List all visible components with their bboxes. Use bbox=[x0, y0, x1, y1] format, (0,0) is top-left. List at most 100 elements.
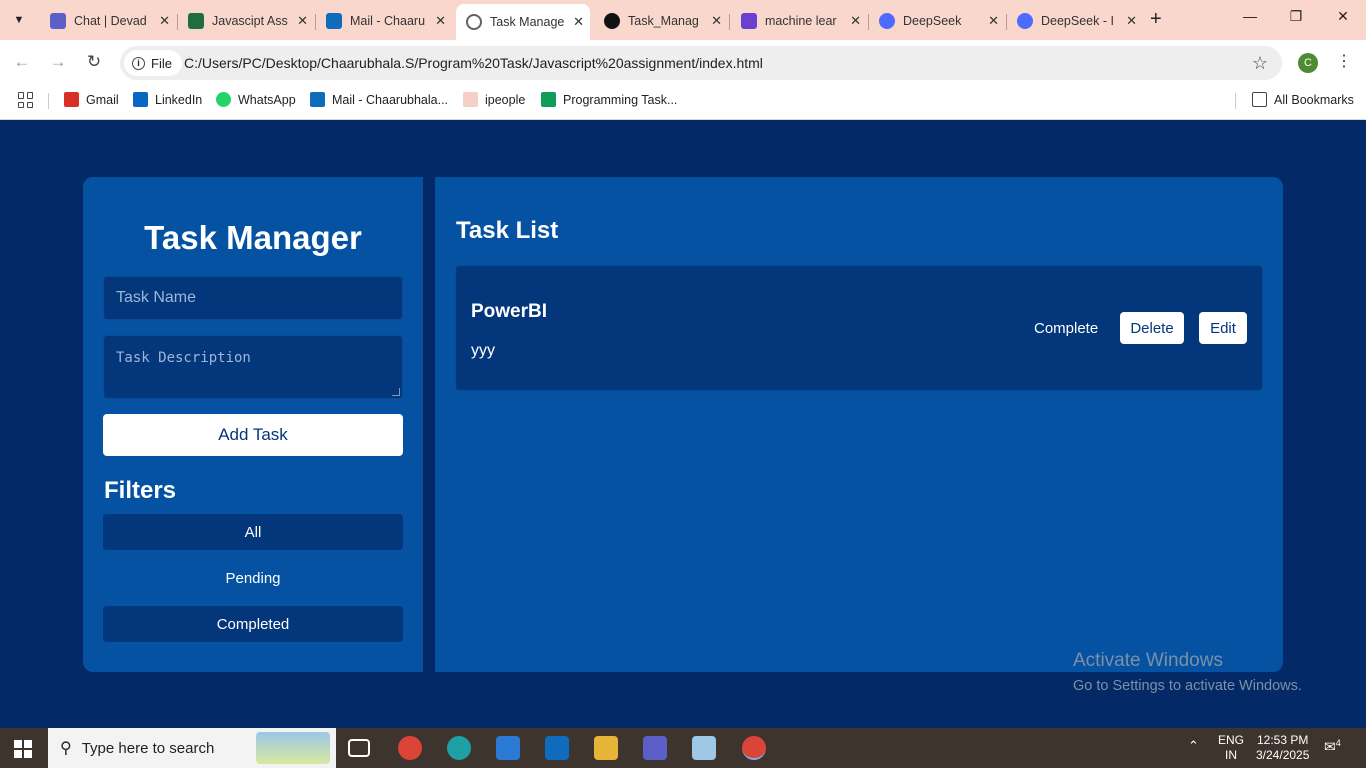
tab-divider bbox=[729, 14, 730, 30]
notification-count: 4 bbox=[1335, 738, 1341, 748]
close-icon[interactable]: ✕ bbox=[988, 13, 999, 29]
back-button[interactable]: ← bbox=[11, 52, 33, 72]
resize-handle-icon[interactable] bbox=[392, 388, 400, 396]
chevron-up-icon[interactable]: ⌃ bbox=[1188, 738, 1199, 754]
info-icon: i bbox=[132, 56, 145, 70]
forward-button[interactable]: → bbox=[47, 52, 69, 72]
task-list-panel: Task List PowerBI yyy Complete Delete Ed… bbox=[435, 177, 1283, 672]
deepseek-icon bbox=[879, 13, 895, 29]
teams-icon[interactable] bbox=[643, 736, 667, 760]
task-description-input[interactable]: Task Description bbox=[103, 335, 403, 399]
tab-label: DeepSeek - I bbox=[1041, 14, 1114, 28]
close-icon[interactable]: ✕ bbox=[297, 13, 308, 29]
site-info-chip[interactable]: i File bbox=[124, 50, 182, 76]
tab-task-manager[interactable]: Task Manage ✕ bbox=[456, 4, 590, 40]
whatsapp-icon bbox=[216, 92, 231, 107]
clock-time: 12:53 PM bbox=[1257, 733, 1309, 747]
close-icon[interactable]: ✕ bbox=[159, 13, 170, 29]
site-info-label: File bbox=[151, 55, 172, 71]
bookmark-label: LinkedIn bbox=[155, 92, 203, 107]
filters-heading: Filters bbox=[104, 477, 177, 504]
bookmark-ipeople[interactable]: ipeople bbox=[463, 92, 525, 107]
delete-button[interactable]: Delete bbox=[1120, 312, 1184, 344]
deepseek-icon bbox=[1017, 13, 1033, 29]
bookmark-mail[interactable]: Mail - Chaarubhala... bbox=[310, 92, 448, 107]
edge-icon[interactable] bbox=[447, 736, 471, 760]
url-text[interactable]: C:/Users/PC/Desktop/Chaarubhala.S/Progra… bbox=[184, 55, 763, 71]
tab-mail[interactable]: Mail - Chaaru ✕ bbox=[316, 6, 452, 36]
close-icon[interactable]: ✕ bbox=[711, 13, 722, 29]
bookmark-gmail[interactable]: Gmail bbox=[64, 92, 119, 107]
task-description: yyy bbox=[471, 342, 495, 359]
tab-search-button[interactable]: ▼ bbox=[6, 8, 32, 32]
new-tab-button[interactable]: + bbox=[1150, 8, 1162, 31]
all-bookmarks-button[interactable]: All Bookmarks bbox=[1252, 92, 1354, 107]
tab-deepseek[interactable]: DeepSeek ✕ bbox=[869, 6, 1005, 36]
reload-icon: ↻ bbox=[86, 52, 102, 71]
close-window-button[interactable]: ✕ bbox=[1333, 8, 1353, 25]
outlook-icon[interactable] bbox=[545, 736, 569, 760]
edit-button[interactable]: Edit bbox=[1199, 312, 1247, 344]
complete-button[interactable]: Complete bbox=[1024, 312, 1108, 344]
sheets-icon bbox=[541, 92, 556, 107]
filter-pending-button[interactable]: Pending bbox=[103, 560, 403, 596]
notification-icon[interactable]: ✉4 bbox=[1324, 738, 1341, 756]
bookmark-divider bbox=[1235, 93, 1236, 109]
notepad-icon[interactable] bbox=[692, 736, 716, 760]
tab-github[interactable]: Task_Manag ✕ bbox=[594, 6, 728, 36]
page: Task Manager Task Name Task Description … bbox=[0, 121, 1366, 728]
filter-completed-button[interactable]: Completed bbox=[103, 606, 403, 642]
chevron-down-icon: ▼ bbox=[13, 14, 25, 26]
tab-machine-learning[interactable]: machine lear ✕ bbox=[731, 6, 867, 36]
minimize-button[interactable]: — bbox=[1240, 8, 1260, 24]
tab-label: Mail - Chaaru bbox=[350, 14, 426, 28]
close-icon[interactable]: ✕ bbox=[1126, 13, 1137, 29]
language-indicator[interactable]: ENG IN bbox=[1218, 733, 1244, 763]
activate-windows-watermark: Activate Windows Go to Settings to activ… bbox=[1073, 650, 1302, 694]
close-icon[interactable]: ✕ bbox=[850, 13, 861, 29]
apps-grid-icon[interactable] bbox=[18, 92, 34, 108]
file-explorer-icon[interactable] bbox=[594, 736, 618, 760]
add-task-button[interactable]: Add Task bbox=[103, 414, 403, 456]
tab-javascript-assignment[interactable]: Javascipt Ass ✕ bbox=[178, 6, 314, 36]
excel-icon bbox=[188, 13, 204, 29]
close-icon[interactable]: ✕ bbox=[573, 14, 584, 30]
windows-start-icon[interactable] bbox=[14, 740, 32, 758]
menu-icon[interactable]: ⋮ bbox=[1336, 51, 1352, 71]
ipeople-icon bbox=[463, 92, 478, 107]
bookmark-programming-task[interactable]: Programming Task... bbox=[541, 92, 677, 107]
bookmarks-bar bbox=[0, 86, 1366, 120]
tab-deepseek-2[interactable]: DeepSeek - I ✕ bbox=[1007, 6, 1143, 36]
bookmark-star-icon[interactable]: ☆ bbox=[1252, 53, 1268, 74]
profile-avatar[interactable]: C bbox=[1298, 53, 1318, 73]
bookmark-divider bbox=[48, 93, 49, 109]
tab-label: Javascipt Ass bbox=[212, 14, 288, 28]
close-icon[interactable]: ✕ bbox=[435, 13, 446, 29]
restore-button[interactable]: ❐ bbox=[1286, 8, 1306, 25]
task-name-input[interactable]: Task Name bbox=[103, 276, 403, 320]
tab-chat[interactable]: Chat | Devad ✕ bbox=[40, 6, 176, 36]
bookmark-label: Mail - Chaarubhala... bbox=[332, 92, 449, 107]
teams-icon bbox=[50, 13, 66, 29]
globe-icon bbox=[466, 14, 482, 30]
taskbar-search-box[interactable]: ⚲ Type here to search bbox=[48, 728, 336, 768]
plus-icon: + bbox=[1150, 8, 1162, 30]
task-view-icon[interactable] bbox=[348, 739, 370, 757]
address-bar-row: ← → ↻ i File C:/Users/PC/Desktop/Chaarub… bbox=[0, 40, 1366, 86]
task-description-placeholder: Task Description bbox=[116, 350, 251, 366]
chrome-icon[interactable] bbox=[398, 736, 422, 760]
app-title: Task Manager bbox=[144, 219, 362, 256]
bookmark-linkedin[interactable]: LinkedIn bbox=[133, 92, 202, 107]
arrow-right-icon: → bbox=[49, 52, 67, 71]
store-icon[interactable] bbox=[496, 736, 520, 760]
taskbar: ⚲ Type here to search ⌃ ENG IN 12:53 PM … bbox=[0, 728, 1366, 768]
bookmark-whatsapp[interactable]: WhatsApp bbox=[216, 92, 296, 107]
outlook-icon bbox=[310, 92, 325, 107]
omnibox[interactable]: i File C:/Users/PC/Desktop/Chaarubhala.S… bbox=[120, 46, 1282, 80]
reload-button[interactable]: ↻ bbox=[83, 52, 105, 72]
clock[interactable]: 12:53 PM 3/24/2025 bbox=[1256, 733, 1309, 763]
folder-icon bbox=[1252, 92, 1267, 107]
chrome-active-icon[interactable] bbox=[742, 736, 766, 760]
filter-all-button[interactable]: All bbox=[103, 514, 403, 550]
task-card: PowerBI yyy Complete Delete Edit bbox=[455, 265, 1263, 391]
